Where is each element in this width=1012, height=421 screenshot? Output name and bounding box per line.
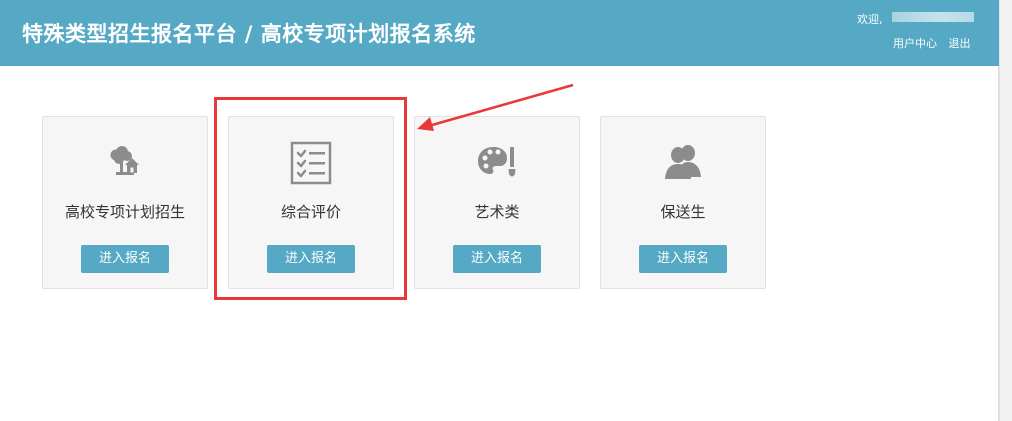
page-title: 特殊类型招生报名平台 / 高校专项计划报名系统 bbox=[22, 22, 476, 46]
tree-house-icon bbox=[103, 141, 147, 185]
card-label: 艺术类 bbox=[474, 203, 520, 221]
vertical-scrollbar[interactable] bbox=[999, 0, 1012, 421]
user-center-link[interactable]: 用户中心 bbox=[893, 37, 937, 50]
users-icon bbox=[661, 141, 705, 185]
username-redacted bbox=[892, 12, 974, 22]
card-special-plan: 高校专项计划招生 进入报名 bbox=[42, 116, 208, 289]
card-arts: 艺术类 进入报名 bbox=[414, 116, 580, 289]
highlight-box bbox=[214, 97, 407, 300]
top-header: 特殊类型招生报名平台 / 高校专项计划报名系统 欢迎, 用户中心 退出 bbox=[0, 0, 1000, 66]
user-links: 用户中心 退出 bbox=[893, 35, 971, 51]
enter-registration-button[interactable]: 进入报名 bbox=[453, 245, 541, 273]
card-label: 保送生 bbox=[660, 203, 706, 221]
welcome-text: 欢迎, bbox=[857, 13, 883, 26]
card-recommended-students: 保送生 进入报名 bbox=[600, 116, 766, 289]
card-label: 高校专项计划招生 bbox=[64, 203, 185, 221]
enter-registration-button[interactable]: 进入报名 bbox=[81, 245, 169, 273]
palette-icon bbox=[475, 141, 519, 185]
enter-registration-button[interactable]: 进入报名 bbox=[639, 245, 727, 273]
logout-link[interactable]: 退出 bbox=[949, 37, 971, 50]
